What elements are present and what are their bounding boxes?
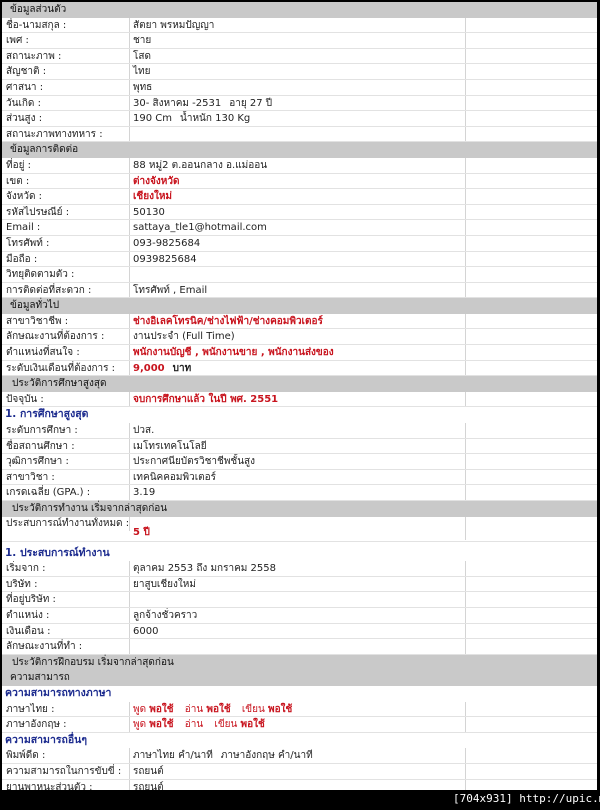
info-row: เพศ : ชาย	[2, 33, 597, 49]
general-info-header: ข้อมูลทั่วไป	[2, 298, 597, 314]
info-row: สัญชาติ : ไทย	[2, 64, 597, 80]
info-row: ลักษณะงานที่ต้องการ : งานประจำ (Full Time…	[2, 329, 597, 346]
work-history-header: ประวัติการทำงาน เริ่มจากล่าสุดก่อน	[2, 501, 597, 517]
info-row: ความสามารถในการขับขี่ : รถยนต์	[2, 763, 597, 780]
info-row: ศาสนา : พุทธ	[2, 79, 597, 96]
info-row: สถานะภาพ : โสด	[2, 48, 597, 65]
info-row: สาขาวิชาชีพ : ช่างอิเลคโทรนิค/ช่างไฟฟ้า/ช…	[2, 313, 597, 330]
info-row: ยานพาหนะส่วนตัว : รถยนต์	[2, 779, 597, 790]
info-row: การติดต่อที่สะดวก : โทรศัพท์ , Email	[2, 282, 597, 299]
birth-date: 30- สิงหาคม -2531	[133, 97, 222, 109]
age: อายุ 27 ปี	[229, 97, 273, 109]
info-row: วิทยุติดตามตัว :	[2, 267, 597, 283]
info-row: บริษัท : ยาสูบเชียงใหม่	[2, 576, 597, 593]
info-row: เกรดเฉลี่ย (GPA.) :3.19	[2, 485, 597, 501]
info-row: ปัจจุบัน : จบการศึกษาแล้ว ในปี พศ. 2551	[2, 391, 597, 408]
education-header: ประวัติการศึกษาสูงสุด	[2, 376, 597, 392]
education-section-title: 1. การศึกษาสูงสุด	[5, 408, 89, 421]
info-row: จังหวัด : เชียงใหม่	[2, 189, 597, 205]
info-row: วันเกิด :30- สิงหาคม -2531 อายุ 27 ปี	[2, 95, 597, 112]
info-row: Email : sattaya_tle1@hotmail.com	[2, 220, 597, 236]
info-row: ชื่อ-นามสกุล : สัตยา พรหมปัญญา	[2, 17, 597, 34]
weight: น้ำหนัก 130 Kg	[180, 113, 251, 125]
ability-header: ความสามารถ	[2, 670, 597, 686]
language-row: ภาษาไทย : พูด พอใช้ อ่าน พอใช้ เขียน พอใ…	[2, 701, 597, 718]
info-row: ที่อยู่ :88 หมู่2 ต.ออนกลาง อ.แม่ออน	[2, 157, 597, 174]
contact-info-header: ข้อมูลการติดต่อ	[2, 142, 597, 158]
image-host-watermark: [704x931] http://upic.me/	[453, 792, 600, 805]
info-row: โทรศัพท์ :093-9825684	[2, 235, 597, 252]
info-row: ระดับเงินเดือนที่ต้องการ :9,000 บาท	[2, 360, 597, 377]
personal-info-header: ข้อมูลส่วนตัว	[2, 2, 597, 18]
info-row: สาขาวิชา : เทคนิคคอมพิวเตอร์	[2, 469, 597, 486]
info-row: ลักษณะงานที่ทำ :	[2, 639, 597, 655]
info-row: ระดับการศึกษา : ปวส.	[2, 423, 597, 439]
info-row: สถานะภาพทางทหาร :	[2, 126, 597, 143]
height: 190 Cm	[133, 113, 172, 125]
info-row: เขต : ต่างจังหวัด	[2, 173, 597, 190]
info-row: ตำแหน่ง : ลูกจ้างชั่วคราว	[2, 607, 597, 624]
language-section-title: ความสามารถทางภาษา	[5, 686, 112, 699]
other-ability-section-title: ความสามารถอื่นๆ	[5, 733, 87, 746]
resume-page: ข้อมูลส่วนตัว ชื่อ-นามสกุล : สัตยา พรหมปั…	[2, 2, 597, 790]
info-row: ตำแหน่งที่สนใจ : พนักงานบัญชี , พนักงานขา…	[2, 345, 597, 361]
info-row: รหัสไปรษณีย์ :50130	[2, 204, 597, 221]
info-row: ที่อยู่บริษัท :	[2, 592, 597, 608]
salary-unit: บาท	[172, 362, 192, 374]
training-header: ประวัติการฝึกอบรม เริ่มจากล่าสุดก่อน	[2, 654, 597, 671]
language-row: ภาษาอังกฤษ : พูด พอใช้ อ่าน เขียน พอใช้	[2, 717, 597, 733]
info-row: วุฒิการศึกษา : ประกาศนียบัตรวิชาชีพชั้นสู…	[2, 454, 597, 470]
info-row: เริ่มจาก : ตุลาคม 2553 ถึง มกราคม 2558	[2, 561, 597, 577]
info-row: ส่วนสูง :190 Cm น้ำหนัก 130 Kg	[2, 111, 597, 127]
salary-amount: 9,000	[133, 362, 165, 374]
info-row: พิมพ์ดีด : ภาษาไทย คำ/นาที ภาษาอังกฤษ คำ/น…	[2, 748, 597, 764]
info-row: มือถือ :0939825684	[2, 251, 597, 268]
info-row: เงินเดือน :6000	[2, 623, 597, 640]
info-row: ชื่อสถานศึกษา : เมโทรเทคโนโลยี	[2, 438, 597, 455]
info-row: ประสบการณ์ทำงานทั้งหมด :5 ปี	[2, 516, 597, 542]
work-section-title: 1. ประสบการณ์ทำงาน	[5, 546, 110, 559]
